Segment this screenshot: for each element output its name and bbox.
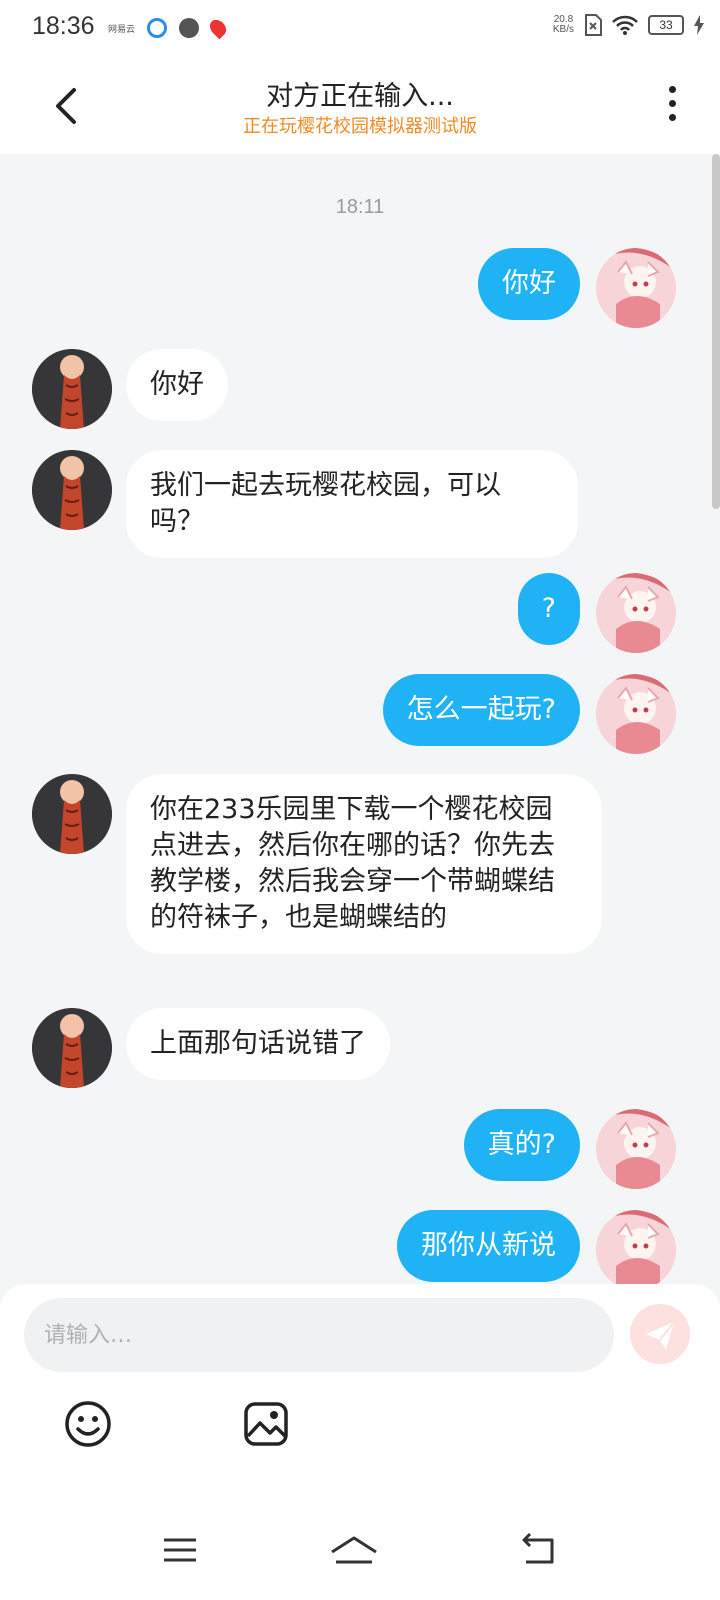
- charging-icon: [694, 15, 704, 35]
- battery-icon: 33: [648, 15, 684, 35]
- message-bubble-other[interactable]: 上面那句话说错了: [126, 1008, 390, 1080]
- message-bubble-other[interactable]: 我们一起去玩樱花校园，可以吗？: [126, 450, 578, 558]
- status-time: 18:36: [32, 12, 95, 40]
- location-icon: [206, 16, 230, 40]
- image-icon[interactable]: [244, 1402, 288, 1446]
- my-avatar[interactable]: [596, 1109, 676, 1189]
- my-avatar[interactable]: [596, 248, 676, 328]
- chat-header: 对方正在输入... 正在玩樱花校园模拟器测试版: [0, 58, 720, 154]
- message-bubble-me[interactable]: 那你从新说: [397, 1210, 580, 1282]
- net-speed: 20.8 KB/s: [553, 15, 574, 35]
- system-navbar: [0, 1500, 720, 1600]
- my-avatar[interactable]: [596, 1210, 676, 1290]
- send-button[interactable]: [630, 1304, 690, 1364]
- input-panel: [0, 1284, 720, 1600]
- message-bubble-me[interactable]: 真的?: [463, 1109, 580, 1181]
- chat-timestamp: 18:11: [335, 196, 385, 218]
- message-bubble-other[interactable]: 你在233乐园里下载一个樱花校园点进去，然后你在哪的话？你先去教学楼，然后我会穿…: [126, 774, 602, 954]
- sound-notification-icon: [179, 18, 200, 38]
- app-label: 网易云: [108, 24, 136, 35]
- chat-subtitle: 正在玩樱花校园模拟器测试版: [243, 116, 477, 137]
- menu-icon[interactable]: [160, 1530, 200, 1570]
- notification-icons: 网易云: [108, 16, 230, 40]
- back-icon[interactable]: [518, 1530, 558, 1570]
- wifi-icon: [612, 15, 638, 35]
- my-avatar[interactable]: [596, 573, 676, 653]
- app-notification-icon: [147, 18, 168, 38]
- contact-avatar[interactable]: [32, 774, 112, 854]
- chat-messages[interactable]: 18:11 你好 你好 我们一起去玩樱花校园，可以吗？ ? 怎么一起玩? 你在2…: [0, 154, 720, 1304]
- message-bubble-me[interactable]: 你好: [478, 248, 580, 320]
- message-bubble-me[interactable]: ?: [517, 573, 580, 645]
- send-icon: [646, 1321, 675, 1350]
- status-bar: 18:36 网易云 20.8 KB/s 33: [0, 0, 720, 58]
- contact-avatar[interactable]: [32, 349, 112, 429]
- more-vertical-icon[interactable]: [664, 86, 680, 126]
- contact-avatar[interactable]: [32, 450, 112, 530]
- my-avatar[interactable]: [596, 674, 676, 754]
- net-speed-unit: KB/s: [552, 24, 574, 35]
- message-bubble-other[interactable]: 你好: [126, 349, 228, 421]
- message-input[interactable]: [24, 1298, 614, 1372]
- chat-scrollbar[interactable]: [712, 154, 720, 509]
- message-bubble-me[interactable]: 怎么一起玩?: [382, 674, 580, 746]
- home-icon[interactable]: [330, 1530, 378, 1570]
- chat-title: 对方正在输入...: [266, 81, 454, 112]
- sim-icon: [585, 14, 602, 36]
- system-status: 20.8 KB/s 33: [553, 14, 704, 36]
- emoji-icon[interactable]: [64, 1400, 112, 1448]
- contact-avatar[interactable]: [32, 1008, 112, 1088]
